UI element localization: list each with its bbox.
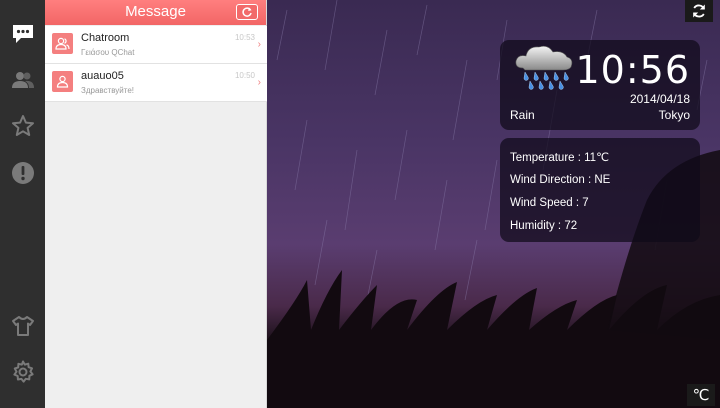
clock-date: 2014/04/18	[629, 92, 690, 106]
star-icon	[11, 115, 34, 136]
weather-city: Tokyo	[658, 108, 690, 122]
refresh-icon	[242, 7, 252, 17]
alert-icon	[11, 162, 34, 184]
panel-title: Message	[125, 3, 186, 20]
panel-header: Message	[45, 0, 266, 25]
sync-icon	[693, 4, 705, 18]
rain-cloud-icon	[515, 45, 573, 90]
theme-tab[interactable]	[0, 304, 45, 348]
group-avatar-icon	[52, 33, 73, 54]
clock-time: 10:56	[575, 48, 690, 92]
chevron-right-icon: ›	[257, 77, 261, 88]
message-sender: auauo05	[81, 70, 124, 82]
side-rail	[0, 0, 45, 408]
chevron-right-icon: ›	[257, 39, 261, 50]
contacts-icon	[11, 72, 34, 88]
message-time: 10:50	[234, 71, 255, 80]
message-time: 10:53	[234, 33, 255, 42]
favorites-tab[interactable]	[0, 104, 45, 148]
wind-speed-label: Wind Speed : 7	[510, 197, 589, 209]
message-item-chatroom[interactable]: Chatroom Γειάσου QChat 10:53 ›	[45, 26, 267, 64]
chat-bubble-icon	[12, 25, 33, 43]
refresh-button[interactable]	[236, 4, 258, 20]
wind-direction-label: Wind Direction : NE	[510, 174, 611, 186]
gear-icon	[12, 360, 34, 383]
user-avatar-icon	[52, 71, 73, 92]
message-sender: Chatroom	[81, 32, 130, 44]
humidity-label: Humidity : 72	[510, 220, 578, 232]
alerts-tab[interactable]	[0, 151, 45, 195]
weather-details-widget: Temperature : 11℃ Wind Direction : NE Wi…	[500, 138, 700, 242]
message-item-auauo05[interactable]: auauo05 Здравствуйте! 10:50 ›	[45, 64, 267, 102]
celsius-icon: ℃	[692, 387, 710, 404]
temperature-label: Temperature : 11℃	[510, 152, 609, 164]
contacts-tab[interactable]	[0, 58, 45, 102]
sync-button[interactable]	[685, 0, 713, 22]
message-preview: Здравствуйте!	[81, 86, 135, 95]
shirt-icon	[11, 316, 34, 336]
weather-condition: Rain	[510, 108, 535, 122]
message-panel: Message Chatroom Γειάσου QChat 10:53 › a…	[45, 0, 267, 408]
celsius-toggle[interactable]: ℃	[687, 384, 715, 406]
settings-tab[interactable]	[0, 350, 45, 394]
message-preview: Γειάσου QChat	[81, 48, 135, 57]
messages-tab[interactable]	[0, 12, 45, 56]
